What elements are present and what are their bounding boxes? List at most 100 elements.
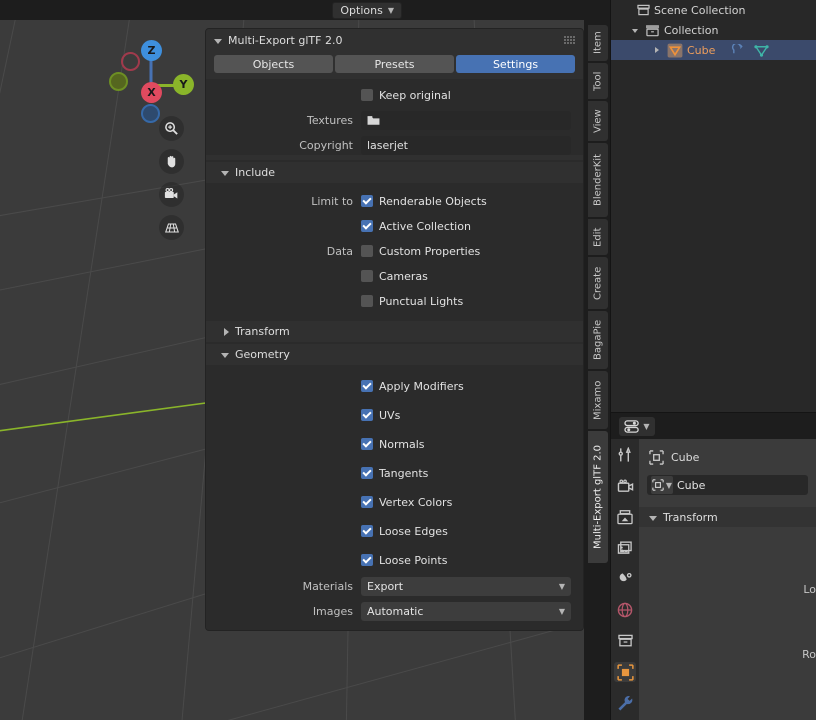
materials-label: Materials [302, 579, 353, 593]
checkbox-tangents[interactable]: Tangents [361, 467, 571, 480]
section-transform-header[interactable]: Transform [206, 321, 583, 342]
checkbox-punctual-lights[interactable]: Punctual Lights [361, 295, 571, 308]
images-dropdown[interactable]: Automatic ▼ [361, 601, 571, 621]
section-include-header[interactable]: Include [206, 162, 583, 183]
camera-icon[interactable] [159, 182, 184, 207]
chevron-down-icon[interactable] [629, 27, 641, 33]
keep-original-label: Keep original [379, 88, 451, 102]
gizmo-axis-x-negative[interactable] [121, 52, 140, 71]
collection-icon [646, 24, 659, 36]
output-tab[interactable] [614, 507, 636, 527]
images-label: Images [312, 604, 353, 618]
multi-export-gltf-panel[interactable]: Multi-Export glTF 2.0 Objects Presets Se… [205, 28, 584, 631]
checkbox-box [361, 554, 373, 566]
tab-objects[interactable]: Objects [214, 55, 333, 73]
mesh-data-icon[interactable] [754, 44, 770, 57]
geometry-row-tangents: Tangents [206, 463, 583, 483]
section-geometry-title: Geometry [235, 348, 290, 361]
outliner-row-cube[interactable]: Cube [611, 40, 816, 60]
checkbox-loose-edges[interactable]: Loose Edges [361, 525, 571, 538]
outliner-row-collection[interactable]: Collection [611, 20, 816, 40]
chevron-down-icon [649, 515, 657, 521]
panel-grip-icon[interactable] [564, 36, 577, 44]
materials-value: Export [367, 579, 404, 593]
modifier-icon[interactable] [731, 43, 745, 57]
checkbox-normals[interactable]: Normals [361, 438, 571, 451]
folder-icon [367, 115, 380, 125]
object-square-icon [652, 479, 664, 491]
checkbox-custom-properties[interactable]: Custom Properties [361, 245, 571, 258]
checkbox-box [361, 270, 373, 282]
settings-body: Keep original Textures Copyright laserje… [206, 79, 583, 155]
gizmo-axis-z-negative[interactable] [141, 104, 160, 123]
view-layer-tab[interactable] [614, 538, 636, 558]
checkbox-label: Cameras [379, 269, 428, 283]
sidebar-item-mixamo[interactable]: Mixamo [588, 371, 608, 429]
world-tab[interactable] [614, 600, 636, 620]
sidebar-item-view[interactable]: View [588, 101, 608, 141]
object-tab[interactable] [614, 662, 636, 682]
chevron-down-icon [214, 38, 222, 44]
tool-tab[interactable] [614, 445, 636, 465]
zoom-icon[interactable] [159, 116, 184, 141]
sidebar-item-multi-export-gltf[interactable]: Multi-Export glTF 2.0 [588, 431, 608, 563]
checkbox-active-collection[interactable]: Active Collection [361, 220, 571, 233]
outliner-label: Scene Collection [654, 3, 746, 17]
options-dropdown-button[interactable]: Options ▼ [332, 2, 402, 19]
sidebar-item-edit[interactable]: Edit [588, 219, 608, 255]
checkbox-label: Renderable Objects [379, 194, 487, 208]
gizmo-axis-y-negative[interactable] [109, 72, 128, 91]
object-data-icon-button[interactable]: ▼ [651, 476, 673, 494]
checkbox-cameras[interactable]: Cameras [361, 270, 571, 283]
panel-header[interactable]: Multi-Export glTF 2.0 [206, 29, 583, 51]
outliner-editor[interactable]: Scene Collection Collection Cube [610, 0, 816, 412]
rotation-label-clipped: Ro [802, 648, 816, 661]
scene-tab[interactable] [614, 569, 636, 589]
outliner-row-scene-collection[interactable]: Scene Collection [611, 0, 816, 20]
tab-presets[interactable]: Presets [335, 55, 454, 73]
render-tab[interactable] [614, 476, 636, 496]
data-row-3: Punctual Lights [206, 291, 583, 311]
materials-dropdown[interactable]: Export ▼ [361, 576, 571, 596]
sidebar-item-blenderkit[interactable]: BlenderKit [588, 143, 608, 217]
chevron-down-icon: ▼ [643, 421, 650, 431]
tab-settings[interactable]: Settings [456, 55, 575, 73]
properties-editor-icon [624, 419, 640, 433]
sidebar-item-create[interactable]: Create [588, 257, 608, 309]
properties-header: ▼ [611, 413, 816, 439]
checkbox-vertex-colors[interactable]: Vertex Colors [361, 496, 571, 509]
section-geometry-header[interactable]: Geometry [206, 344, 583, 365]
keep-original-checkbox[interactable]: Keep original [361, 89, 571, 102]
properties-editor[interactable]: ▼ Cube ▼ Cube Transform Lo Ro [610, 412, 816, 720]
checkbox-apply-modifiers[interactable]: Apply Modifiers [361, 380, 571, 393]
geometry-row-uvs: UVs [206, 405, 583, 425]
transform-panel-header[interactable]: Transform [639, 507, 816, 527]
object-name-field[interactable]: ▼ Cube [647, 475, 808, 495]
chevron-right-icon[interactable] [651, 47, 663, 53]
navigation-gizmo[interactable]: Z Y X [104, 28, 198, 123]
checkbox-uvs[interactable]: UVs [361, 409, 571, 422]
gizmo-axis-y[interactable]: Y [173, 74, 194, 95]
sidebar-item-bagapie[interactable]: BagaPie [588, 311, 608, 369]
textures-input[interactable] [361, 110, 571, 130]
collection-tab[interactable] [614, 631, 636, 651]
checkbox-renderable-objects[interactable]: Renderable Objects [361, 195, 571, 208]
checkbox-label: Punctual Lights [379, 294, 464, 308]
sidebar-item-item[interactable]: Item [588, 25, 608, 61]
textures-row: Textures [206, 110, 583, 130]
scene-droplet-icon [619, 572, 632, 581]
perspective-grid-icon[interactable] [159, 215, 184, 240]
gizmo-axis-x[interactable]: X [141, 82, 162, 103]
pan-hand-icon[interactable] [159, 149, 184, 174]
materials-row: Materials Export ▼ [206, 576, 583, 596]
checkbox-loose-points[interactable]: Loose Points [361, 554, 571, 567]
checkbox-label: Tangents [379, 466, 429, 480]
copyright-input[interactable]: laserjet [361, 135, 571, 155]
gizmo-axis-z[interactable]: Z [141, 40, 162, 61]
modifier-tab[interactable] [614, 693, 636, 713]
geometry-row-loose-points: Loose Points [206, 550, 583, 570]
editor-type-selector[interactable]: ▼ [619, 416, 655, 436]
sidebar-item-tool[interactable]: Tool [588, 63, 608, 99]
view-layer-images-icon [617, 540, 632, 554]
tool-icon [618, 447, 631, 462]
